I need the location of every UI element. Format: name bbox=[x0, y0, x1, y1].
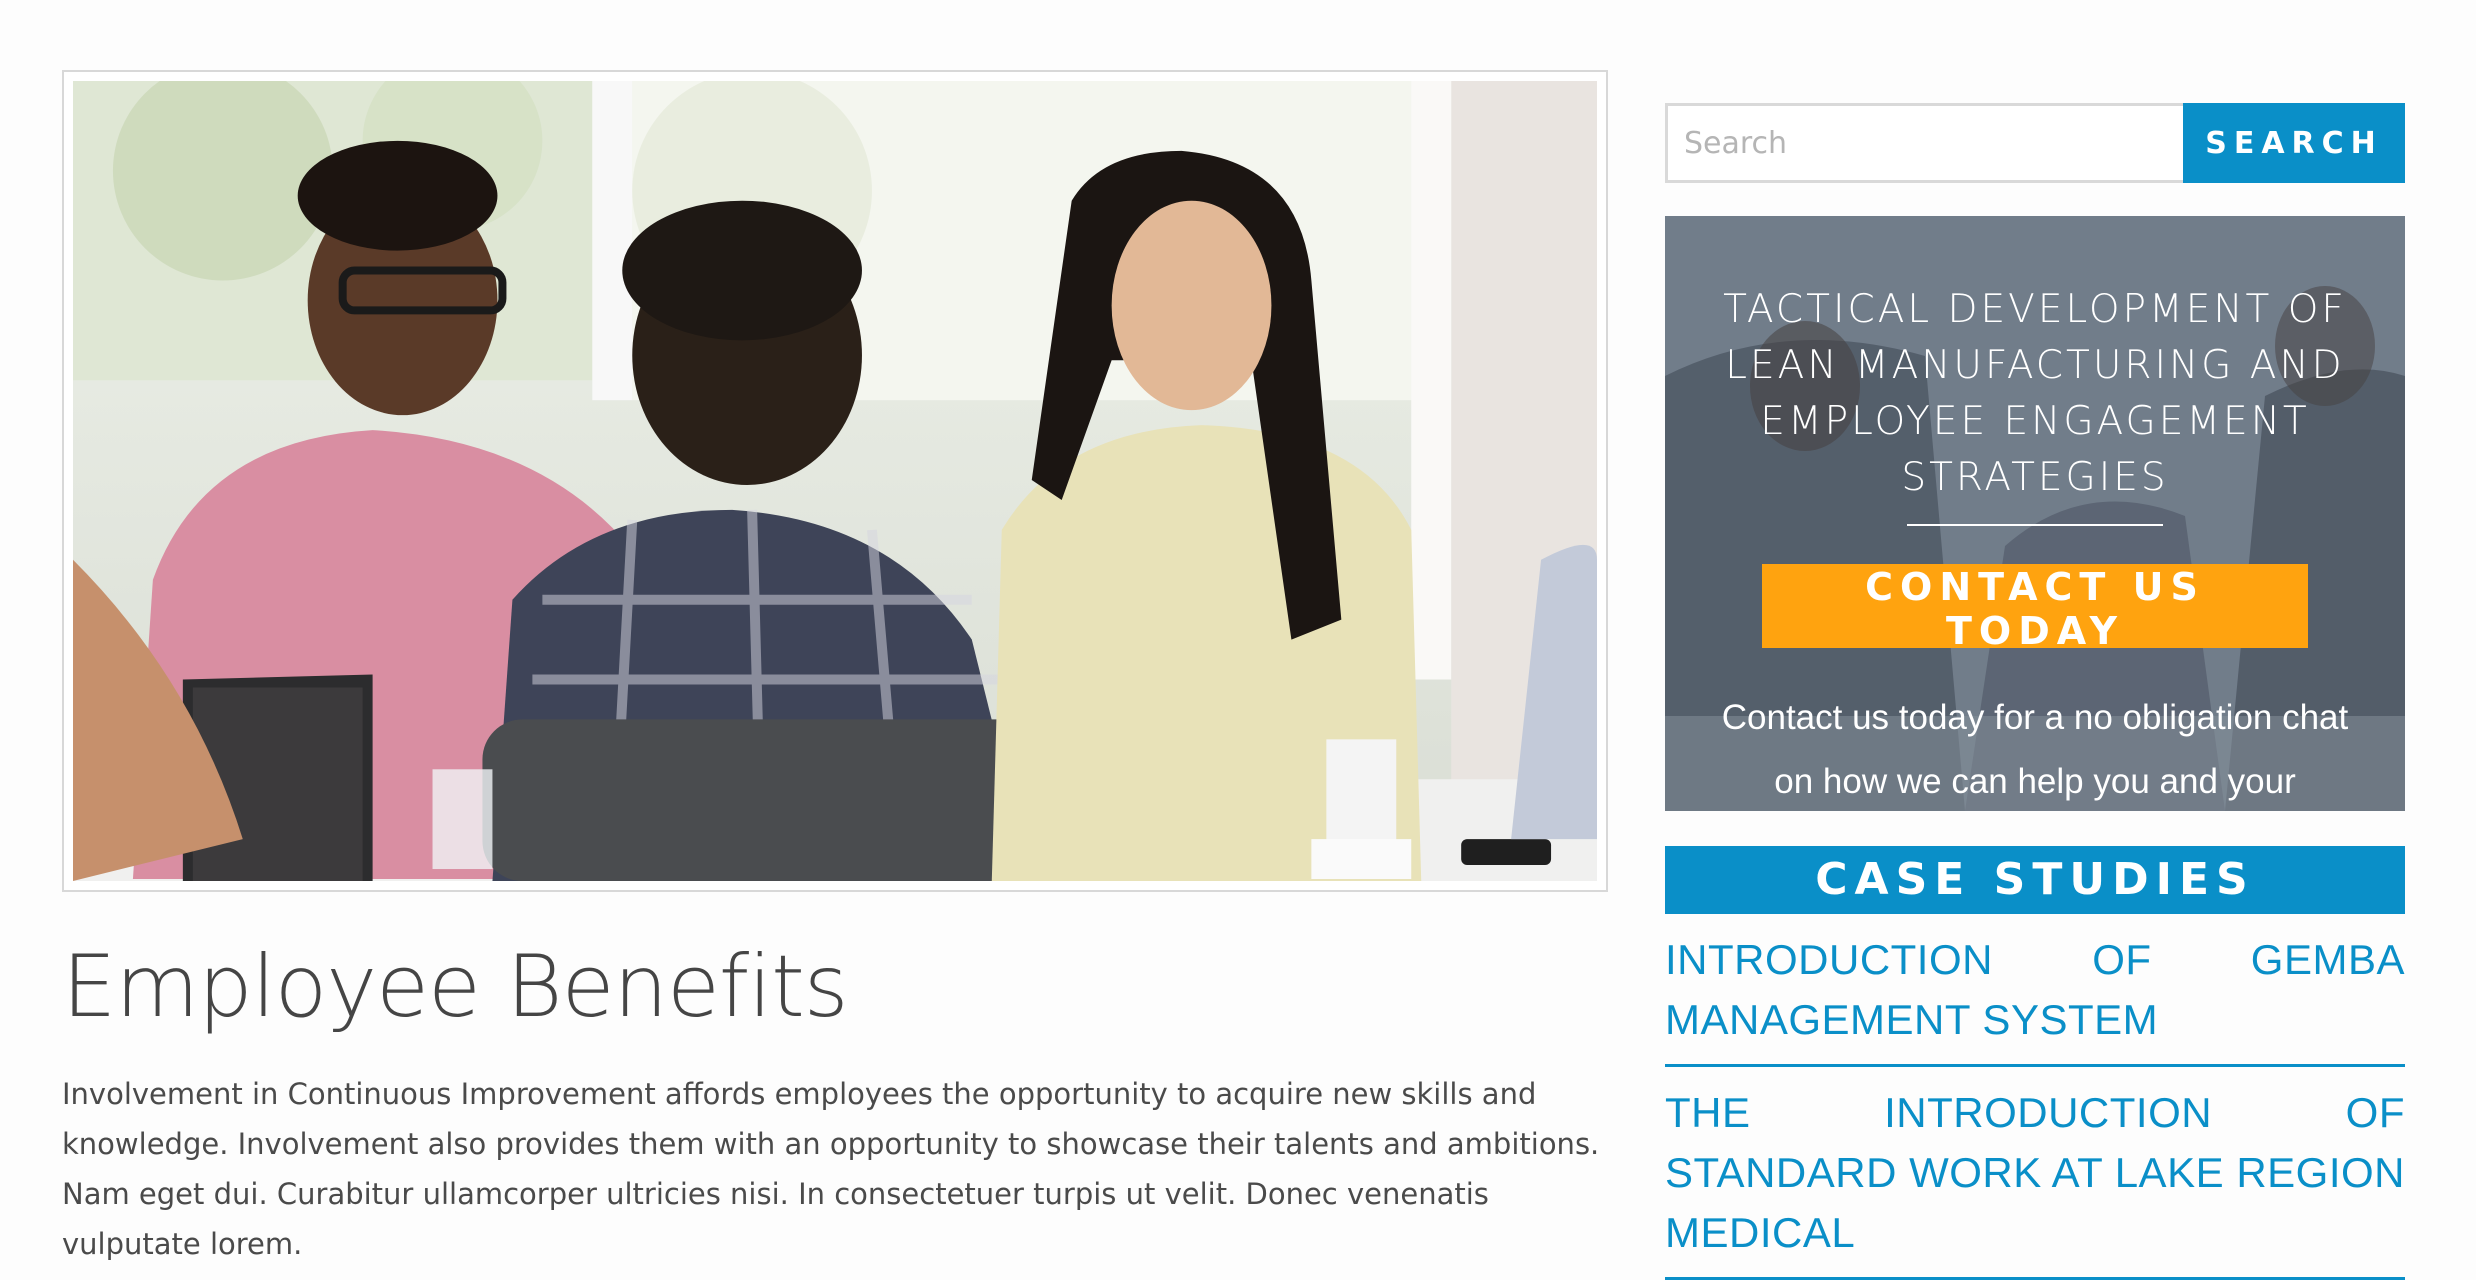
list-item: THE INTRODUCTION OF STANDARD WORK AT LAK… bbox=[1665, 1067, 2405, 1280]
list-item: INTRODUCTION OF GEMBA MANAGEMENT SYSTEM bbox=[1665, 914, 2405, 1067]
search-form: SEARCH bbox=[1665, 103, 2405, 183]
contact-promo-banner: TACTICAL DEVELOPMENT OF LEAN MANUFACTURI… bbox=[1665, 216, 2405, 811]
promo-content: TACTICAL DEVELOPMENT OF LEAN MANUFACTURI… bbox=[1665, 216, 2405, 811]
hero-image-frame bbox=[62, 70, 1608, 892]
case-studies-heading: CASE STUDIES bbox=[1665, 846, 2405, 914]
search-input[interactable] bbox=[1665, 103, 2183, 183]
page-title: Employee Benefits bbox=[62, 937, 849, 1037]
search-button[interactable]: SEARCH bbox=[2183, 103, 2405, 183]
promo-divider bbox=[1907, 524, 2163, 526]
promo-text: Contact us today for a no obligation cha… bbox=[1721, 698, 2349, 801]
main-column: Employee Benefits Involvement in Continu… bbox=[62, 70, 1608, 1269]
case-study-link[interactable]: INTRODUCTION OF GEMBA MANAGEMENT SYSTEM bbox=[1665, 930, 2405, 1050]
promo-heading: TACTICAL DEVELOPMENT OF LEAN MANUFACTURI… bbox=[1723, 287, 2347, 500]
hero-photo bbox=[73, 81, 1597, 881]
intro-paragraph: Involvement in Continuous Improvement af… bbox=[62, 1076, 1600, 1261]
contact-us-button[interactable]: CONTACT US TODAY bbox=[1762, 564, 2308, 653]
sidebar: SEARCH TACTICAL DEVELOPMENT OF LEAN MANU… bbox=[1665, 103, 2405, 1280]
case-studies-list: INTRODUCTION OF GEMBA MANAGEMENT SYSTEM … bbox=[1665, 914, 2405, 1280]
case-study-link[interactable]: THE INTRODUCTION OF STANDARD WORK AT LAK… bbox=[1665, 1083, 2405, 1263]
